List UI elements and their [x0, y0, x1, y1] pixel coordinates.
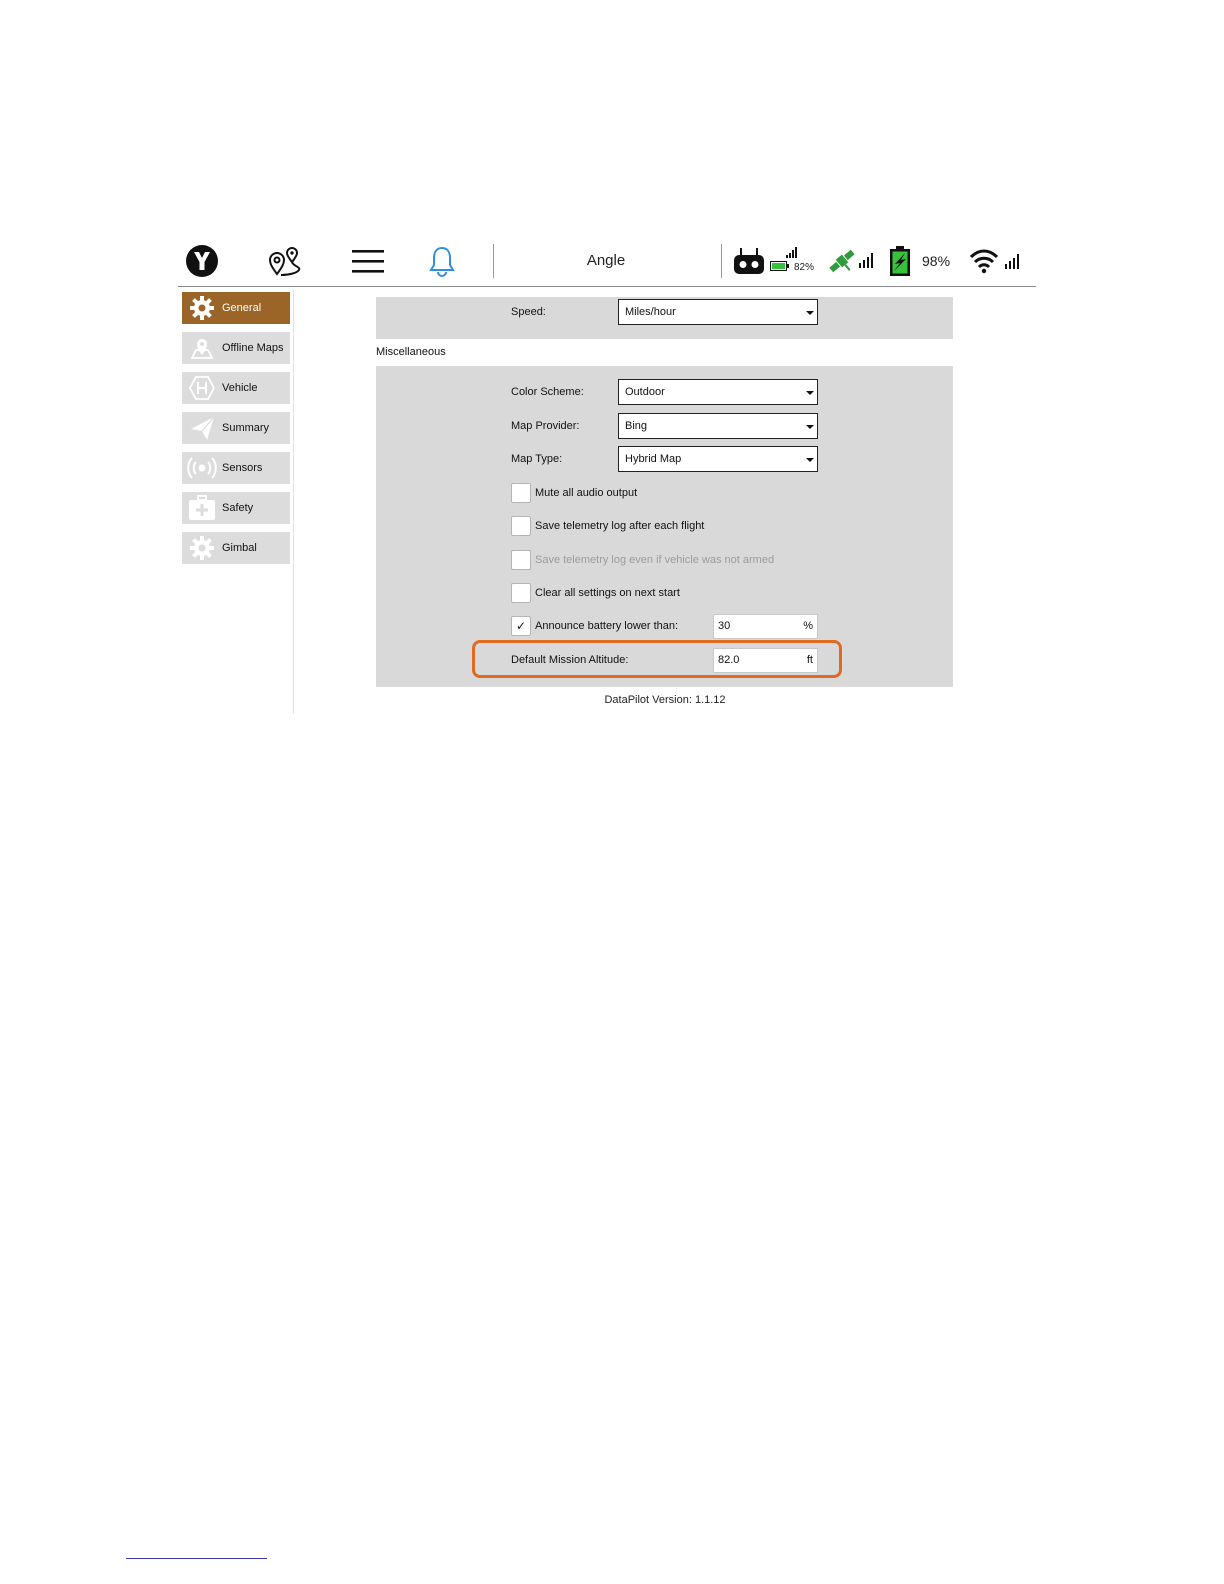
- signal-icon: [785, 247, 799, 258]
- speed-select[interactable]: Miles/hour: [618, 299, 818, 325]
- battery-icon: [770, 261, 790, 271]
- sensor-icon: [182, 452, 222, 484]
- mute-audio-checkbox[interactable]: [511, 483, 531, 503]
- save-telemetry-unarmed-checkbox[interactable]: [511, 550, 531, 570]
- map-pin-icon: [182, 332, 222, 364]
- sidebar-item-label: Gimbal: [222, 542, 257, 554]
- menu-icon[interactable]: [350, 246, 386, 276]
- sidebar-item-label: Safety: [222, 502, 254, 514]
- sidebar-item-vehicle[interactable]: Vehicle: [182, 372, 290, 404]
- sidebar-item-offline-maps[interactable]: Offline Maps: [182, 332, 290, 364]
- color-scheme-value: Outdoor: [625, 386, 665, 398]
- map-provider-label: Map Provider:: [511, 420, 580, 432]
- sidebar-item-label: Offline Maps: [222, 342, 284, 354]
- sidebar-item-sensors[interactable]: Sensors: [182, 452, 290, 484]
- altitude-highlight-box: [472, 640, 842, 678]
- signal-icon: [858, 252, 874, 268]
- clear-settings-label: Clear all settings on next start: [535, 587, 680, 599]
- save-telemetry-unarmed-label: Save telemetry log even if vehicle was n…: [535, 554, 775, 566]
- chevron-down-icon: [806, 391, 814, 395]
- map-type-value: Hybrid Map: [625, 453, 682, 465]
- flight-mode-label[interactable]: Angle: [560, 252, 652, 269]
- sidebar-divider: [293, 290, 294, 714]
- gps-icon[interactable]: [826, 245, 858, 277]
- speed-label: Speed:: [511, 306, 546, 318]
- sidebar-item-general[interactable]: General: [182, 292, 290, 324]
- remote-controller-icon[interactable]: [733, 246, 765, 276]
- misc-section-heading: Miscellaneous: [376, 346, 446, 358]
- wifi-icon[interactable]: [969, 248, 999, 274]
- sidebar-item-gimbal[interactable]: Gimbal: [182, 532, 290, 564]
- speed-select-value: Miles/hour: [625, 306, 676, 318]
- rc-battery-percent: 82%: [794, 262, 815, 273]
- gear-icon: [182, 532, 222, 564]
- first-aid-icon: [182, 492, 222, 524]
- map-provider-value: Bing: [625, 420, 648, 432]
- sidebar-item-summary[interactable]: Summary: [182, 412, 290, 444]
- gear-icon: [182, 292, 222, 324]
- version-label: DataPilot Version: 1.1.12: [604, 694, 726, 706]
- map-type-label: Map Type:: [511, 453, 563, 465]
- clear-settings-checkbox[interactable]: [511, 583, 531, 603]
- map-type-select[interactable]: Hybrid Map: [618, 446, 818, 472]
- sidebar-item-label: General: [222, 302, 262, 314]
- map-provider-select[interactable]: Bing: [618, 413, 818, 439]
- color-scheme-label: Color Scheme:: [511, 386, 584, 398]
- footnote-rule: [126, 1558, 267, 1559]
- app-logo-icon[interactable]: [184, 243, 220, 279]
- mute-audio-label: Mute all audio output: [535, 487, 638, 499]
- vehicle-battery-icon[interactable]: [888, 245, 912, 277]
- plan-route-icon[interactable]: [266, 244, 304, 278]
- bell-icon[interactable]: [426, 244, 458, 278]
- vehicle-icon: [182, 372, 222, 404]
- sidebar-item-label: Vehicle: [222, 382, 258, 394]
- battery-threshold-unit: %: [803, 620, 813, 632]
- toolbar-divider: [721, 244, 722, 278]
- sidebar-item-label: Sensors: [222, 462, 263, 474]
- color-scheme-select[interactable]: Outdoor: [618, 379, 818, 405]
- battery-threshold-value: 30: [718, 620, 731, 632]
- chevron-down-icon: [806, 425, 814, 429]
- save-telemetry-label: Save telemetry log after each flight: [535, 520, 705, 532]
- toolbar-divider: [493, 244, 494, 278]
- save-telemetry-checkbox[interactable]: [511, 516, 531, 536]
- paper-plane-icon: [182, 412, 222, 444]
- announce-battery-label: Announce battery lower than:: [535, 620, 679, 632]
- battery-threshold-field[interactable]: 30 %: [713, 614, 818, 639]
- chevron-down-icon: [806, 311, 814, 315]
- sidebar-item-safety[interactable]: Safety: [182, 492, 290, 524]
- announce-battery-checkbox[interactable]: ✓: [511, 616, 531, 636]
- signal-icon: [1004, 253, 1020, 269]
- chevron-down-icon: [806, 458, 814, 462]
- vehicle-battery-percent: 98%: [922, 253, 951, 269]
- sidebar-item-label: Summary: [222, 422, 270, 434]
